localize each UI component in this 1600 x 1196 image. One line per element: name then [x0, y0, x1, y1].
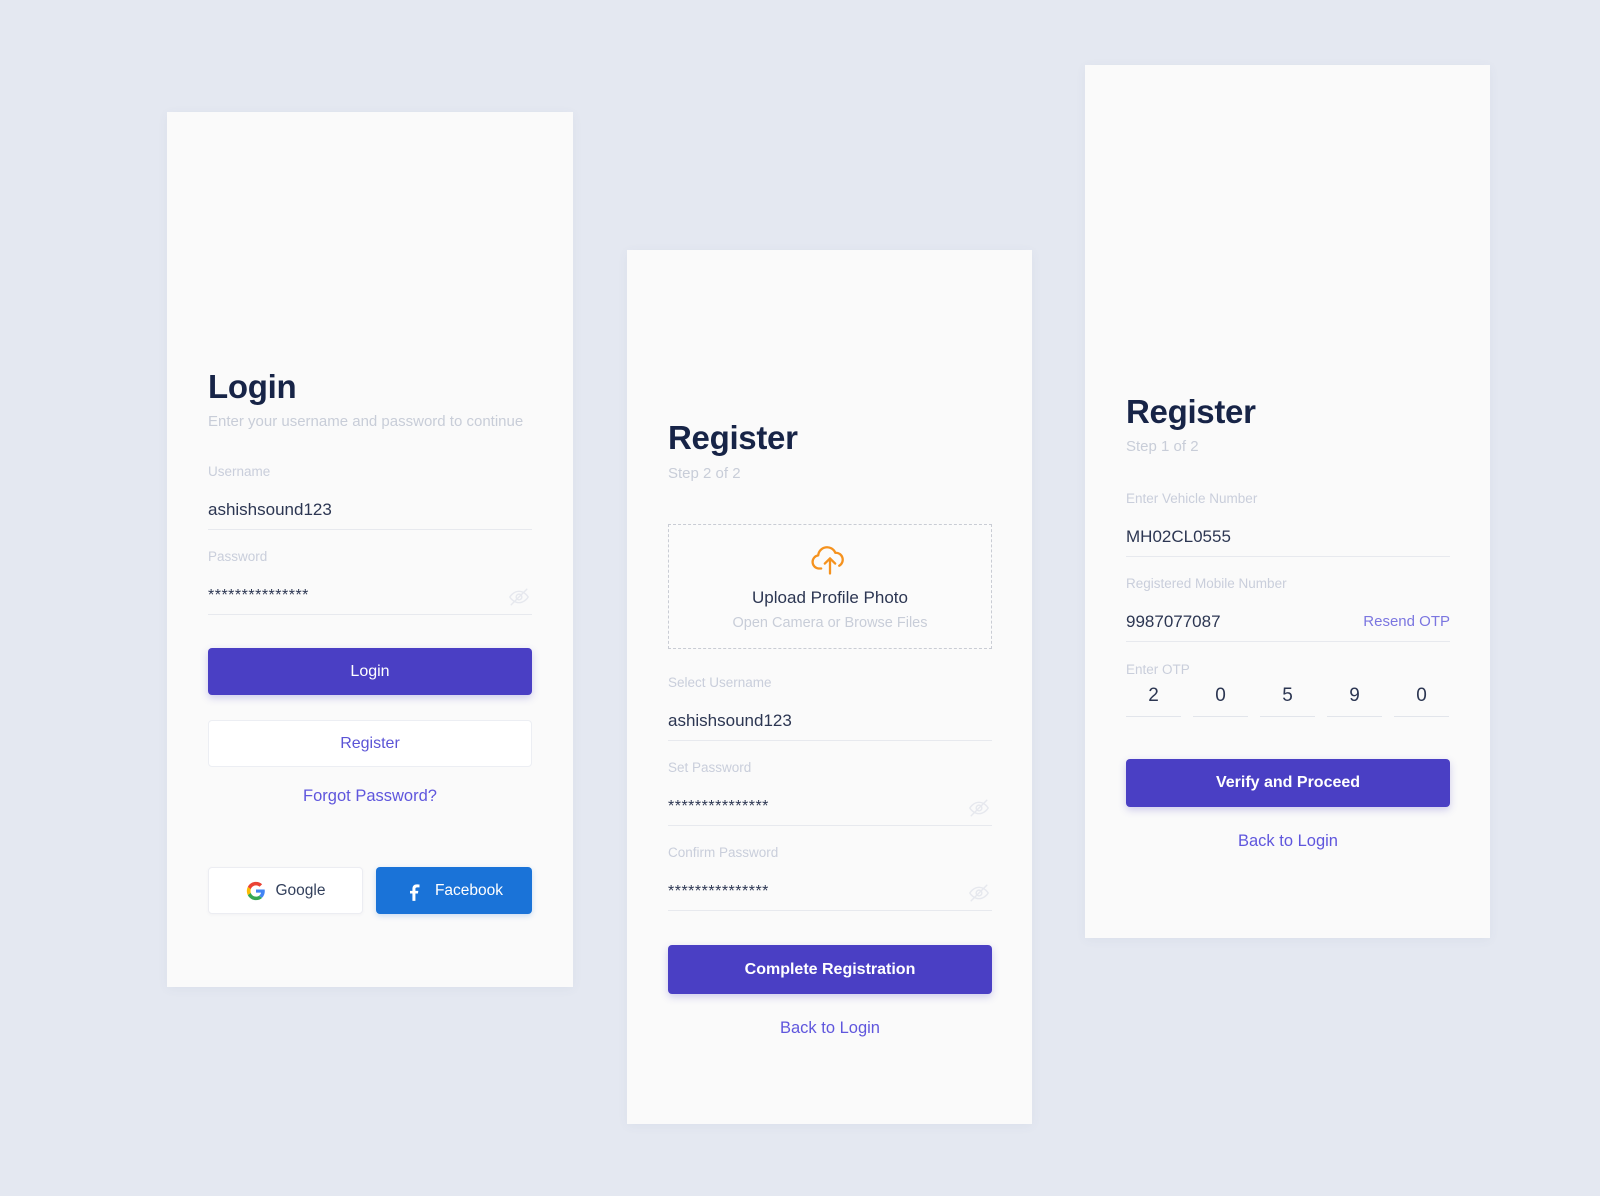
upload-profile-photo-box[interactable]: Upload Profile Photo Open Camera or Brow…: [668, 524, 992, 649]
otp-digit-1[interactable]: 2: [1126, 685, 1181, 717]
google-signin-button[interactable]: Google: [208, 867, 363, 914]
password-label: Password: [208, 549, 268, 564]
set-password-input[interactable]: ***************: [668, 797, 769, 816]
resend-otp-link[interactable]: Resend OTP: [1363, 613, 1450, 630]
confirm-password-field[interactable]: Confirm Password ***************: [668, 845, 992, 911]
login-button[interactable]: Login: [208, 648, 532, 695]
verify-and-proceed-button[interactable]: Verify and Proceed: [1126, 759, 1450, 807]
confirm-password-input[interactable]: ***************: [668, 882, 769, 901]
otp-digit-2[interactable]: 0: [1193, 685, 1248, 717]
confirm-password-label: Confirm Password: [668, 845, 779, 860]
upload-title: Upload Profile Photo: [752, 588, 908, 607]
login-title: Login: [208, 368, 297, 405]
password-input[interactable]: ***************: [208, 586, 309, 605]
complete-registration-button[interactable]: Complete Registration: [668, 945, 992, 994]
username-input[interactable]: ashishsound123: [208, 500, 332, 520]
select-username-input[interactable]: ashishsound123: [668, 711, 792, 731]
cloud-upload-icon: [810, 542, 850, 576]
screen-canvas: Login Enter your username and password t…: [0, 0, 1600, 1196]
register-step2-title: Register: [668, 419, 798, 456]
select-username-label: Select Username: [668, 675, 772, 690]
set-password-label: Set Password: [668, 760, 752, 775]
password-field[interactable]: Password ***************: [208, 549, 532, 615]
login-subtitle: Enter your username and password to cont…: [208, 413, 524, 430]
register-step1-title: Register: [1126, 393, 1256, 430]
otp-digit-5[interactable]: 0: [1394, 685, 1449, 717]
vehicle-number-label: Enter Vehicle Number: [1126, 491, 1258, 506]
register-step2-card: Register Step 2 of 2 Upload Profile Phot…: [627, 250, 1032, 1124]
username-label: Username: [208, 464, 271, 479]
mobile-number-field[interactable]: Registered Mobile Number 9987077087 Rese…: [1126, 576, 1450, 642]
eye-off-icon[interactable]: [968, 797, 990, 819]
login-card: Login Enter your username and password t…: [167, 112, 573, 987]
facebook-f-icon: [405, 881, 425, 901]
forgot-password-link[interactable]: Forgot Password?: [208, 787, 532, 806]
facebook-button-label: Facebook: [434, 881, 504, 899]
eye-off-icon[interactable]: [968, 882, 990, 904]
mobile-number-label: Registered Mobile Number: [1126, 576, 1287, 591]
select-username-field[interactable]: Select Username ashishsound123: [668, 675, 992, 741]
mobile-number-input[interactable]: 9987077087: [1126, 612, 1221, 632]
otp-label: Enter OTP: [1126, 662, 1190, 677]
eye-off-icon[interactable]: [508, 586, 530, 608]
facebook-signin-button[interactable]: Facebook: [376, 867, 532, 914]
otp-digit-4[interactable]: 9: [1327, 685, 1382, 717]
back-to-login-link[interactable]: Back to Login: [1126, 832, 1450, 851]
vehicle-number-field[interactable]: Enter Vehicle Number MH02CL0555: [1126, 491, 1450, 557]
otp-digit-3[interactable]: 5: [1260, 685, 1315, 717]
back-to-login-link[interactable]: Back to Login: [668, 1019, 992, 1038]
username-field[interactable]: Username ashishsound123: [208, 464, 532, 530]
register-step2-step: Step 2 of 2: [668, 465, 741, 482]
google-g-icon: [246, 881, 266, 901]
vehicle-number-input[interactable]: MH02CL0555: [1126, 527, 1231, 547]
register-step1-step: Step 1 of 2: [1126, 438, 1199, 455]
otp-input-group[interactable]: 2 0 5 9 0: [1126, 685, 1449, 717]
register-button[interactable]: Register: [208, 720, 532, 767]
register-step1-card: Register Step 1 of 2 Enter Vehicle Numbe…: [1085, 65, 1490, 938]
google-button-label: Google: [275, 881, 326, 899]
upload-subtitle: Open Camera or Browse Files: [732, 615, 928, 631]
set-password-field[interactable]: Set Password ***************: [668, 760, 992, 826]
